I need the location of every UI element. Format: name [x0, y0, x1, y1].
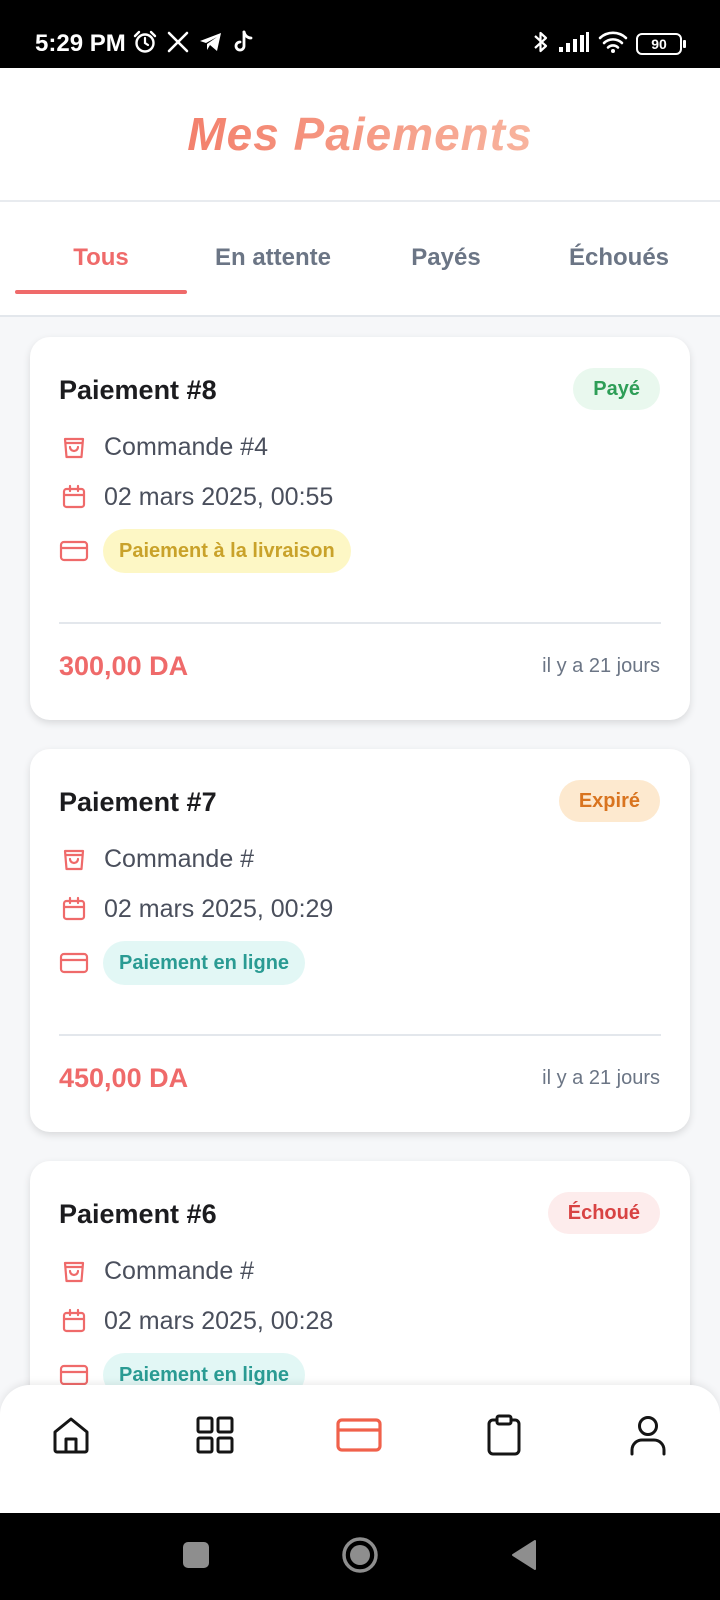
payment-date: 02 mars 2025, 00:29 — [104, 894, 334, 923]
method-row: Paiement en ligne — [59, 1353, 306, 1385]
back-triangle-icon — [509, 1539, 539, 1576]
order-reference: Commande #4 — [104, 432, 268, 461]
payment-amount: 300,00 DA — [59, 651, 189, 681]
payment-date: 02 mars 2025, 00:55 — [104, 482, 334, 511]
relative-time: il y a 21 jours — [542, 1067, 660, 1089]
nav-categories[interactable] — [193, 1415, 237, 1459]
status-badge: Expiré — [558, 780, 660, 822]
nav-payments[interactable] — [336, 1415, 382, 1459]
tab-all[interactable]: Tous — [15, 202, 187, 314]
home-icon — [50, 1414, 92, 1461]
order-row: Commande #4 — [59, 432, 268, 462]
notification-icons — [132, 30, 254, 58]
calendar-icon — [59, 1306, 89, 1336]
system-navigation-bar — [0, 1513, 720, 1600]
shopping-bag-icon — [59, 844, 89, 874]
method-row: Paiement à la livraison — [59, 529, 351, 573]
nav-home[interactable] — [49, 1415, 93, 1459]
payment-title: Paiement #7 — [59, 787, 217, 817]
relative-time: il y a 21 jours — [542, 655, 660, 677]
payment-method-badge: Paiement en ligne — [103, 1353, 306, 1385]
status-time: 5:29 PM — [35, 30, 126, 57]
battery-icon: 90 — [636, 33, 686, 55]
back-button[interactable] — [502, 1535, 546, 1579]
calendar-icon — [59, 482, 89, 512]
status-bar: 5:29 PM 90 — [0, 0, 720, 68]
order-reference: Commande # — [104, 1256, 255, 1285]
square-icon — [181, 1540, 211, 1575]
signal-icon — [558, 31, 590, 58]
payment-date: 02 mars 2025, 00:28 — [104, 1306, 334, 1335]
order-row: Commande # — [59, 844, 254, 874]
recents-button[interactable] — [174, 1535, 218, 1579]
tab-pending[interactable]: En attente — [187, 202, 359, 314]
page-title: Mes Paiements — [187, 108, 533, 160]
order-row: Commande # — [59, 1256, 254, 1286]
shopping-bag-icon — [59, 1256, 89, 1286]
divider — [59, 622, 661, 624]
clipboard-icon — [486, 1414, 522, 1461]
method-row: Paiement en ligne — [59, 941, 306, 985]
wifi-icon — [598, 30, 628, 59]
status-badge: Payé — [573, 368, 660, 410]
circle-icon — [341, 1536, 379, 1579]
status-badge: Échoué — [547, 1192, 660, 1234]
telegram-icon — [198, 30, 224, 59]
date-row: 02 mars 2025, 00:55 — [59, 482, 333, 512]
credit-card-icon — [59, 536, 89, 566]
date-row: 02 mars 2025, 00:29 — [59, 894, 333, 924]
tiktok-icon — [232, 30, 254, 59]
date-row: 02 mars 2025, 00:28 — [59, 1306, 333, 1336]
calendar-icon — [59, 894, 89, 924]
divider — [59, 1034, 661, 1036]
grid-icon — [195, 1415, 235, 1460]
payment-method-badge: Paiement à la livraison — [103, 529, 351, 573]
payment-card[interactable]: Paiement #8 Payé Commande #4 02 mars 202… — [30, 337, 690, 720]
nav-orders[interactable] — [482, 1414, 526, 1461]
payment-method-badge: Paiement en ligne — [103, 941, 306, 985]
home-button[interactable] — [338, 1535, 382, 1579]
bottom-navigation — [0, 1385, 720, 1513]
payments-list[interactable]: Paiement #8 Payé Commande #4 02 mars 202… — [0, 319, 720, 1385]
system-icons: 90 — [532, 29, 686, 60]
app-header: Mes Paiements — [0, 68, 720, 202]
card-icon — [336, 1417, 382, 1458]
payment-card[interactable]: Paiement #6 Échoué Commande # 02 mars 20… — [30, 1161, 690, 1385]
tab-failed[interactable]: Échoués — [533, 202, 705, 314]
tab-paid[interactable]: Payés — [360, 202, 532, 314]
filter-tabs: Tous En attente Payés Échoués — [0, 202, 720, 317]
payment-title: Paiement #8 — [59, 375, 217, 405]
shopping-bag-icon — [59, 432, 89, 462]
credit-card-icon — [59, 1360, 89, 1385]
order-reference: Commande # — [104, 844, 255, 873]
payment-card[interactable]: Paiement #7 Expiré Commande # 02 mars 20… — [30, 749, 690, 1132]
payment-amount: 450,00 DA — [59, 1063, 189, 1093]
alarm-icon — [132, 29, 158, 60]
user-icon — [629, 1414, 667, 1461]
bluetooth-icon — [532, 29, 550, 60]
credit-card-icon — [59, 948, 89, 978]
x-icon — [166, 30, 190, 59]
nav-profile[interactable] — [626, 1415, 670, 1459]
payment-title: Paiement #6 — [59, 1199, 217, 1229]
